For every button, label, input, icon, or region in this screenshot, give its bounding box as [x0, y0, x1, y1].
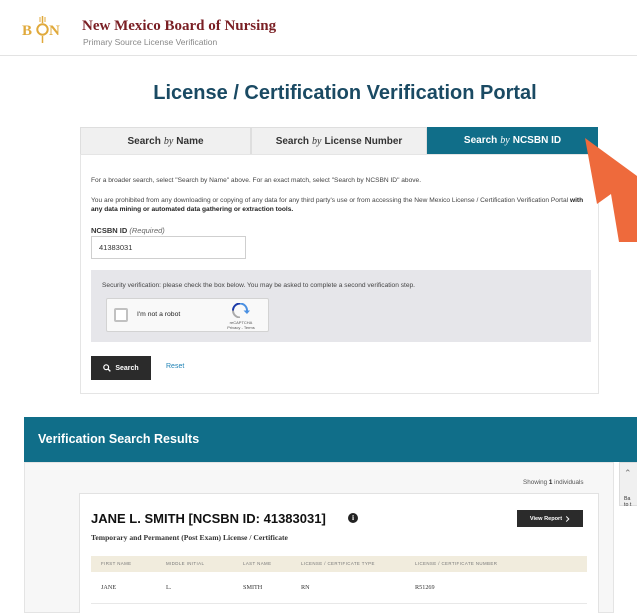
recaptcha-icon	[232, 303, 250, 318]
svg-text:B: B	[22, 23, 32, 39]
page-title: License / Certification Verification Por…	[153, 82, 537, 104]
search-hint: For a broader search, select "Search by …	[91, 177, 422, 184]
results-count: Showing 1 individuals	[523, 479, 584, 486]
reset-link[interactable]: Reset	[166, 363, 184, 370]
licensee-name: JANE L. SMITH [NCSBN ID: 41383031]	[91, 511, 326, 526]
tab-label-pre: Search	[127, 135, 161, 147]
ncsbn-id-label-text: NCSBN ID	[91, 226, 128, 235]
view-report-label: View Report	[529, 515, 563, 522]
recaptcha-links[interactable]: Privacy - Terms	[220, 325, 262, 330]
tab-label-by: by	[163, 135, 174, 147]
ncsbn-id-label: NCSBN ID (Required)	[91, 226, 165, 235]
cell-license-type: RN	[301, 584, 310, 591]
recaptcha-widget: I'm not a robot reCAPTCHA Privacy - Term…	[106, 298, 269, 332]
recaptcha-checkbox[interactable]	[114, 308, 128, 322]
bon-logo[interactable]: B N	[22, 12, 62, 44]
cell-last-name: SMITH	[243, 584, 263, 591]
tab-label-post: Name	[176, 135, 204, 147]
cell-first-name: JANE	[101, 584, 117, 591]
tab-label-post: NCSBN ID	[512, 135, 562, 146]
license-type-heading: Temporary and Permanent (Post Exam) Lice…	[91, 533, 288, 542]
svg-text:N: N	[49, 23, 60, 39]
usage-warning: You are prohibited from any downloading …	[91, 196, 591, 214]
security-instructions: Security verification: please check the …	[102, 282, 416, 289]
tab-label-by: by	[500, 135, 510, 146]
site-subtitle: Primary Source License Verification	[83, 37, 218, 47]
site-title[interactable]: New Mexico Board of Nursing	[82, 18, 276, 35]
chevron-up-icon: ⌃	[624, 468, 632, 478]
column-header-first-name: FIRST NAME	[101, 561, 132, 566]
column-header-last-name: LAST NAME	[243, 561, 272, 566]
recaptcha-brand: reCAPTCHA Privacy - Terms	[220, 320, 262, 330]
column-header-license-type: LICENSE / CERTIFICATE TYPE	[301, 561, 375, 566]
results-count-post: individuals	[554, 479, 584, 486]
search-button[interactable]: Search	[91, 356, 151, 380]
results-title: Verification Search Results	[38, 432, 200, 446]
usage-warning-text: You are prohibited from any downloading …	[91, 197, 569, 204]
tab-search-by-license-number[interactable]: Search by License Number	[251, 127, 427, 154]
chevron-right-icon	[565, 515, 570, 522]
results-count-number: 1	[548, 479, 553, 486]
cell-middle-initial: L.	[166, 584, 172, 591]
info-icon[interactable]: i	[348, 513, 358, 523]
ncsbn-id-input[interactable]: 41383031	[91, 236, 246, 259]
page: B N New Mexico Board of Nursing Primary …	[0, 0, 637, 613]
security-verification-panel: Security verification: please check the …	[91, 270, 591, 342]
table-row-divider	[91, 603, 587, 604]
tab-label-pre: Search	[275, 135, 310, 147]
column-header-middle-initial: MIDDLE INITIAL	[166, 561, 205, 566]
site-header: B N New Mexico Board of Nursing Primary …	[0, 0, 637, 56]
tab-label-pre: Search	[463, 135, 498, 146]
recaptcha-label: I'm not a robot	[137, 311, 181, 318]
tab-label-post: License Number	[324, 135, 403, 147]
tab-label-by: by	[312, 135, 322, 147]
callout-arrow-icon	[585, 138, 637, 242]
required-note: (Required)	[129, 226, 165, 235]
back-to-top-text: Ba to t	[624, 496, 631, 508]
tab-search-by-name[interactable]: Search by Name	[80, 127, 251, 154]
back-to-top-line-2: to t	[624, 502, 632, 508]
back-to-top-tab[interactable]: ⌃ Ba to t	[619, 462, 637, 508]
search-icon	[103, 364, 112, 372]
column-header-license-number: LICENSE / CERTIFICATE NUMBER	[415, 561, 498, 566]
tab-search-by-ncsbn-id[interactable]: Search by NCSBN ID	[427, 127, 598, 154]
search-button-label: Search	[115, 364, 139, 372]
view-report-button[interactable]: View Report	[517, 510, 583, 527]
results-count-pre: Showing	[523, 479, 548, 486]
cell-license-number: R51269	[415, 584, 435, 591]
results-header-bar: Verification Search Results	[24, 417, 637, 462]
